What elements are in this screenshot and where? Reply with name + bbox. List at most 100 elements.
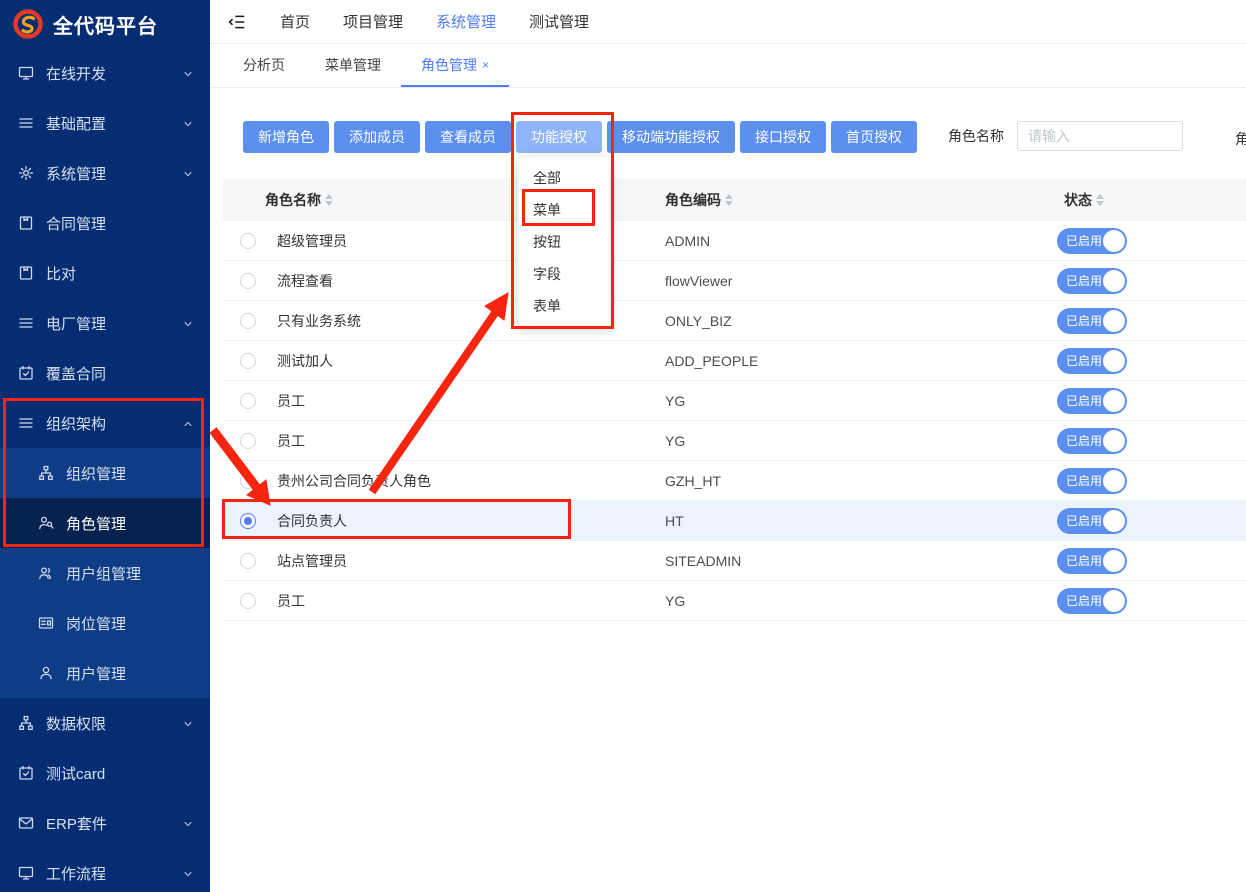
table-row[interactable]: 流程查看flowViewer已启用 [222, 261, 1246, 301]
sidebar-item-数据权限[interactable]: 数据权限 [0, 698, 210, 748]
table-row[interactable]: 站点管理员SITEADMIN已启用 [222, 541, 1246, 581]
dropdown-item-表单[interactable]: 表单 [518, 290, 610, 322]
top-menu-item-项目管理[interactable]: 项目管理 [343, 11, 403, 32]
table-row[interactable]: 合同负责人HT已启用 [222, 501, 1246, 541]
toggle-knob [1103, 270, 1125, 292]
role-name-cell: 测试加人 [277, 341, 333, 381]
role-name-search-input[interactable] [1017, 121, 1183, 151]
dropdown-item-按钮[interactable]: 按钮 [518, 226, 610, 258]
sidebar-item-比对[interactable]: 比对 [0, 248, 210, 298]
role-name-cell: 员工 [277, 381, 305, 421]
table-row[interactable]: 员工YG已启用 [222, 421, 1246, 461]
查看成员-button[interactable]: 查看成员 [425, 121, 511, 153]
role-code-cell: YG [665, 581, 685, 621]
sidebar-item-label: 岗位管理 [66, 613, 194, 634]
新增角色-button[interactable]: 新增角色 [243, 121, 329, 153]
sort-icon[interactable] [1096, 194, 1104, 206]
status-toggle[interactable]: 已启用 [1057, 508, 1127, 534]
toggle-knob [1103, 590, 1125, 612]
brand-swirl-icon [12, 8, 44, 40]
sidebar-item-基础配置[interactable]: 基础配置 [0, 98, 210, 148]
sidebar-item-测试card[interactable]: 测试card [0, 748, 210, 798]
sidebar-item-工作流程[interactable]: 工作流程 [0, 848, 210, 892]
status-label: 已启用 [1066, 228, 1102, 254]
row-radio-button[interactable] [240, 313, 256, 329]
top-menu-item-测试管理[interactable]: 测试管理 [529, 11, 589, 32]
status-label: 已启用 [1066, 468, 1102, 494]
sidebar-item-覆盖合同[interactable]: 覆盖合同 [0, 348, 210, 398]
top-menu-item-系统管理[interactable]: 系统管理 [436, 11, 496, 32]
sidebar-item-岗位管理[interactable]: 岗位管理 [0, 598, 210, 648]
status-toggle[interactable]: 已启用 [1057, 588, 1127, 614]
column-header-role-code[interactable]: 角色编码 [665, 178, 733, 221]
org-icon [18, 715, 34, 731]
table-row[interactable]: 贵州公司合同负责人角色GZH_HT已启用 [222, 461, 1246, 501]
row-radio-button[interactable] [240, 433, 256, 449]
status-label: 已启用 [1066, 588, 1102, 614]
column-header-role-name[interactable]: 角色名称 [265, 178, 333, 221]
status-toggle[interactable]: 已启用 [1057, 308, 1127, 334]
row-radio-button[interactable] [240, 553, 256, 569]
status-toggle[interactable]: 已启用 [1057, 548, 1127, 574]
collapse-sidebar-icon[interactable] [228, 13, 246, 31]
row-radio-button[interactable] [240, 393, 256, 409]
toggle-knob [1103, 430, 1125, 452]
sidebar-item-label: 比对 [46, 263, 194, 284]
sidebar-item-label: 在线开发 [46, 63, 170, 84]
table-row[interactable]: 超级管理员ADMIN已启用 [222, 221, 1246, 261]
sidebar-item-组织架构[interactable]: 组织架构 [0, 398, 210, 448]
sort-icon[interactable] [725, 194, 733, 206]
sidebar-item-在线开发[interactable]: 在线开发 [0, 48, 210, 98]
sidebar-item-电厂管理[interactable]: 电厂管理 [0, 298, 210, 348]
row-radio-button[interactable] [240, 593, 256, 609]
row-radio-button[interactable] [240, 273, 256, 289]
sidebar-item-角色管理[interactable]: 角色管理 [0, 498, 210, 548]
sidebar-item-用户组管理[interactable]: 用户组管理 [0, 548, 210, 598]
role-name-cell: 站点管理员 [277, 541, 347, 581]
status-label: 已启用 [1066, 508, 1102, 534]
status-toggle[interactable]: 已启用 [1057, 268, 1127, 294]
contract-icon [18, 215, 34, 231]
role-code-cell: ONLY_BIZ [665, 301, 732, 341]
status-toggle[interactable]: 已启用 [1057, 388, 1127, 414]
功能授权-button[interactable]: 功能授权 [516, 121, 602, 153]
tab-分析页[interactable]: 分析页 [223, 44, 305, 87]
sidebar-item-用户管理[interactable]: 用户管理 [0, 648, 210, 698]
sort-icon[interactable] [325, 194, 333, 206]
移动端功能授权-button[interactable]: 移动端功能授权 [607, 121, 735, 153]
sidebar-item-系统管理[interactable]: 系统管理 [0, 148, 210, 198]
dropdown-item-字段[interactable]: 字段 [518, 258, 610, 290]
status-toggle[interactable]: 已启用 [1057, 428, 1127, 454]
table-row[interactable]: 员工YG已启用 [222, 381, 1246, 421]
row-radio-button[interactable] [240, 233, 256, 249]
tab-角色管理[interactable]: 角色管理× [401, 44, 509, 87]
sidebar-item-组织管理[interactable]: 组织管理 [0, 448, 210, 498]
table-row[interactable]: 员工YG已启用 [222, 581, 1246, 621]
sidebar-item-ERP套件[interactable]: ERP套件 [0, 798, 210, 848]
row-radio-button[interactable] [240, 513, 256, 529]
status-toggle[interactable]: 已启用 [1057, 468, 1127, 494]
tab-bar: 分析页菜单管理角色管理× [210, 44, 1246, 88]
dropdown-item-菜单[interactable]: 菜单 [518, 194, 610, 226]
首页授权-button[interactable]: 首页授权 [831, 121, 917, 153]
sidebar-item-合同管理[interactable]: 合同管理 [0, 198, 210, 248]
row-radio-button[interactable] [240, 353, 256, 369]
row-radio-button[interactable] [240, 473, 256, 489]
接口授权-button[interactable]: 接口授权 [740, 121, 826, 153]
status-label: 已启用 [1066, 348, 1102, 374]
table-row[interactable]: 测试加人ADD_PEOPLE已启用 [222, 341, 1246, 381]
sidebar-item-label: 覆盖合同 [46, 363, 194, 384]
close-tab-icon[interactable]: × [482, 58, 489, 72]
role-name-cell: 员工 [277, 421, 305, 461]
clipped-label: 角 [1235, 129, 1246, 149]
status-toggle[interactable]: 已启用 [1057, 348, 1127, 374]
tab-菜单管理[interactable]: 菜单管理 [305, 44, 401, 87]
添加成员-button[interactable]: 添加成员 [334, 121, 420, 153]
column-header-status[interactable]: 状态 [1064, 178, 1104, 221]
dropdown-item-全部[interactable]: 全部 [518, 162, 610, 194]
table-row[interactable]: 只有业务系统ONLY_BIZ已启用 [222, 301, 1246, 341]
top-menu-item-首页[interactable]: 首页 [280, 11, 310, 32]
app-logo: 全代码平台 [0, 0, 210, 48]
function-auth-dropdown: 全部菜单按钮字段表单 [518, 157, 610, 327]
status-toggle[interactable]: 已启用 [1057, 228, 1127, 254]
